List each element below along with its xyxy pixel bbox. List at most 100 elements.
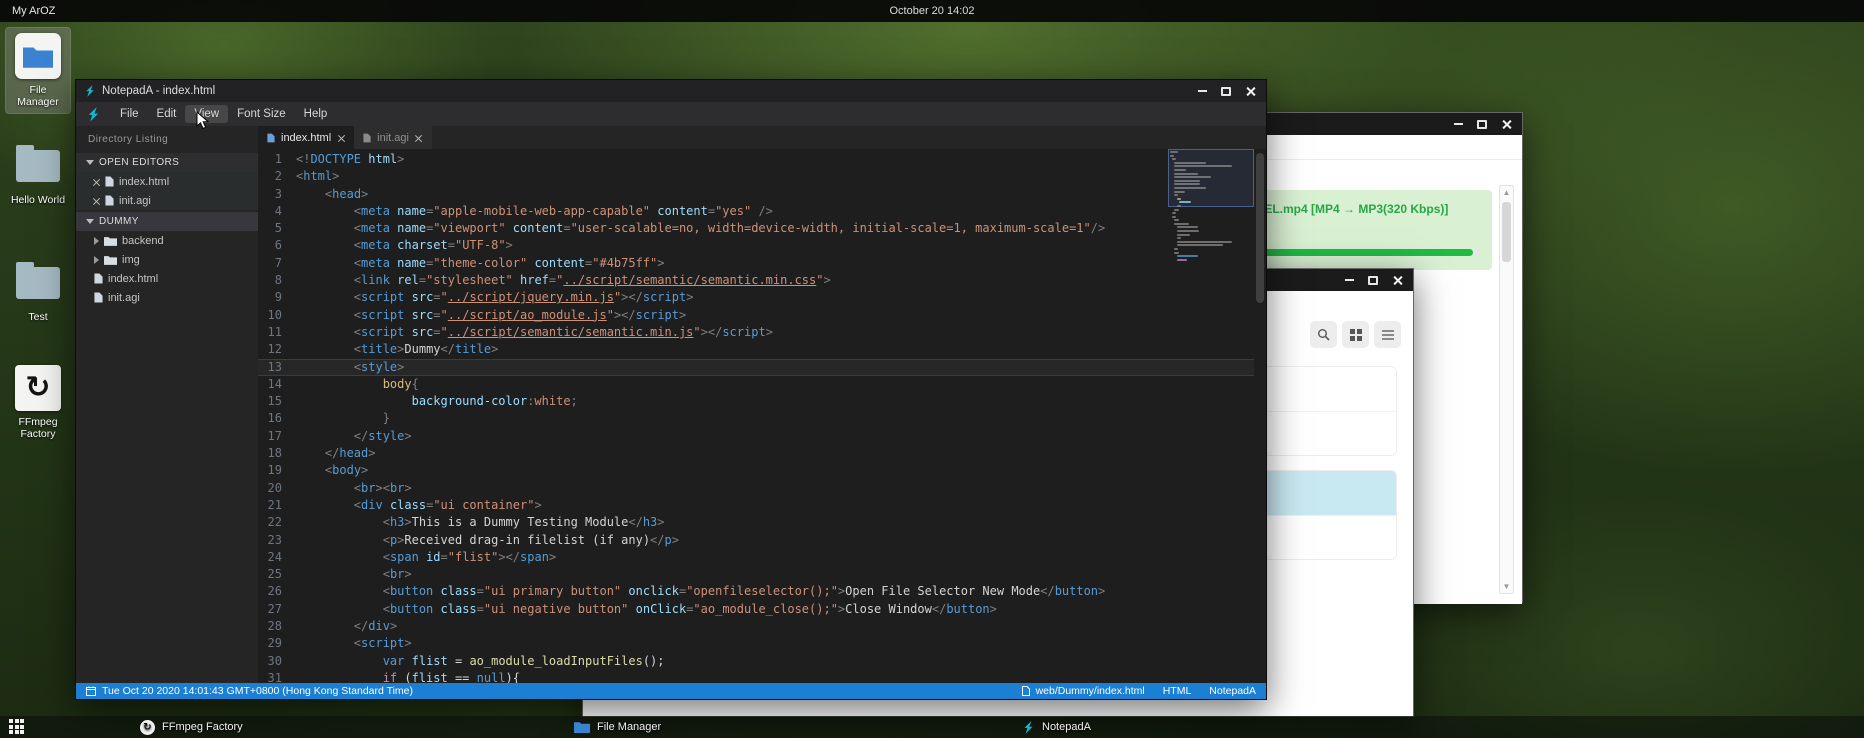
taskbar-item-notepada[interactable]: NotepadA — [1022, 716, 1091, 738]
code-line-27[interactable]: 27 <button class="ui negative button" on… — [258, 601, 1266, 618]
code-line-10[interactable]: 10 <script src="../script/ao_module.js">… — [258, 307, 1266, 324]
tab-index.html[interactable]: index.html — [258, 126, 354, 149]
scroll-thumb[interactable] — [1502, 202, 1511, 262]
code-line-24[interactable]: 24 <span id="flist"></span> — [258, 549, 1266, 566]
code-line-6[interactable]: 6 <meta charset="UTF-8"> — [258, 237, 1266, 254]
maximize-icon[interactable] — [1361, 271, 1385, 289]
tab-init.agi[interactable]: init.agi — [354, 126, 432, 149]
code-editor[interactable]: 1<!DOCTYPE html>2<html>3 <head>4 <meta n… — [258, 151, 1266, 683]
desktop-icon-hello-world[interactable]: Hello World — [6, 138, 70, 211]
notepada-window: NotepadA - index.html FileEditViewFont S… — [75, 79, 1267, 700]
minimize-icon[interactable] — [1446, 115, 1470, 133]
calendar-icon — [86, 686, 96, 696]
code-line-18[interactable]: 18 </head> — [258, 445, 1266, 462]
code-line-11[interactable]: 11 <script src="../script/semantic/seman… — [258, 324, 1266, 341]
notepada-titlebar[interactable]: NotepadA - index.html — [76, 80, 1266, 102]
code-line-26[interactable]: 26 <button class="ui primary button" onc… — [258, 583, 1266, 600]
code-line-20[interactable]: 20 <br><br> — [258, 480, 1266, 497]
menu-edit[interactable]: Edit — [148, 105, 186, 123]
conversion-task-panel: NNEL.mp4 [MP4 → MP3(320 Kbps)] — [1235, 190, 1492, 270]
taskbar-item-file-manager[interactable]: File Manager — [574, 716, 661, 738]
code-line-22[interactable]: 22 <h3>This is a Dummy Testing Module</h… — [258, 514, 1266, 531]
line-number: 8 — [258, 272, 296, 289]
scrollbar[interactable]: ▲ ▼ — [1499, 185, 1514, 594]
close-icon[interactable] — [337, 134, 345, 142]
scroll-up-icon[interactable]: ▲ — [1500, 188, 1513, 197]
minimize-icon[interactable] — [1190, 82, 1214, 100]
desktop-icon-test[interactable]: Test — [6, 255, 70, 328]
tree-item-init.agi[interactable]: init.agi — [76, 191, 258, 210]
code-line-13[interactable]: 13 <style> — [258, 359, 1266, 376]
grid-view-button[interactable] — [1342, 321, 1369, 348]
code-line-21[interactable]: 21 <div class="ui container"> — [258, 497, 1266, 514]
status-language[interactable]: HTML — [1163, 685, 1192, 697]
menu-font-size[interactable]: Font Size — [228, 105, 295, 123]
taskbar-item-ffmpeg-factory[interactable]: ↻FFmpeg Factory — [140, 716, 243, 738]
minimap[interactable] — [1170, 151, 1252, 275]
status-bar: Tue Oct 20 2020 14:01:43 GMT+0800 (Hong … — [76, 683, 1266, 699]
chevron-right-icon — [94, 237, 99, 245]
code-text: <meta name="viewport" content="user-scal… — [296, 220, 1105, 237]
code-line-7[interactable]: 7 <meta name="theme-color" content="#4b7… — [258, 255, 1266, 272]
desktop-icon-file-manager[interactable]: File Manager — [6, 28, 70, 113]
editor-area[interactable]: index.htmlinit.agi 1<!DOCTYPE html>2<htm… — [258, 126, 1266, 683]
menu-file[interactable]: File — [111, 105, 148, 123]
code-line-25[interactable]: 25 <br> — [258, 566, 1266, 583]
code-line-31[interactable]: 31 if (flist == null){ — [258, 670, 1266, 683]
code-text: <title>Dummy</title> — [296, 341, 498, 358]
code-line-28[interactable]: 28 </div> — [258, 618, 1266, 635]
tree-item-dummy[interactable]: DUMMY — [76, 212, 258, 231]
minimize-icon[interactable] — [1337, 271, 1361, 289]
mouse-cursor — [196, 111, 211, 136]
editor-scrollbar[interactable] — [1254, 151, 1266, 683]
code-text: <br> — [296, 566, 412, 583]
launcher-grid-icon[interactable] — [9, 719, 26, 735]
close-icon[interactable] — [415, 134, 423, 142]
list-view-button[interactable] — [1374, 321, 1401, 348]
search-button[interactable] — [1310, 321, 1337, 348]
code-line-16[interactable]: 16 } — [258, 410, 1266, 427]
menu-help[interactable]: Help — [295, 105, 337, 123]
code-line-9[interactable]: 9 <script src="../script/jquery.min.js">… — [258, 289, 1266, 306]
code-text: } — [296, 410, 390, 427]
code-text: <style> — [296, 359, 404, 376]
close-icon[interactable] — [92, 178, 100, 186]
code-line-8[interactable]: 8 <link rel="stylesheet" href="../script… — [258, 272, 1266, 289]
close-icon[interactable] — [92, 197, 100, 205]
maximize-icon[interactable] — [1470, 115, 1494, 133]
code-line-14[interactable]: 14 body{ — [258, 376, 1266, 393]
close-icon[interactable] — [1494, 115, 1518, 133]
code-line-5[interactable]: 5 <meta name="viewport" content="user-sc… — [258, 220, 1266, 237]
maximize-icon[interactable] — [1214, 82, 1238, 100]
minimap-line — [1177, 255, 1198, 257]
tree-item-open-editors[interactable]: OPEN EDITORS — [76, 153, 258, 172]
code-line-4[interactable]: 4 <meta name="apple-mobile-web-app-capab… — [258, 203, 1266, 220]
code-line-12[interactable]: 12 <title>Dummy</title> — [258, 341, 1266, 358]
code-line-15[interactable]: 15 background-color:white; — [258, 393, 1266, 410]
desktop-icon-ffmpeg-factory[interactable]: ↻FFmpeg Factory — [6, 360, 70, 445]
code-line-1[interactable]: 1<!DOCTYPE html> — [258, 151, 1266, 168]
code-line-29[interactable]: 29 <script> — [258, 635, 1266, 652]
file-icon — [1022, 686, 1030, 696]
conversion-task-label: NNEL.mp4 [MP4 → MP3(320 Kbps)] — [1247, 202, 1480, 216]
code-line-2[interactable]: 2<html> — [258, 168, 1266, 185]
minimap-line — [1174, 180, 1200, 182]
close-icon[interactable] — [1385, 271, 1409, 289]
code-line-23[interactable]: 23 <p>Received drag-in filelist (if any)… — [258, 532, 1266, 549]
status-filepath[interactable]: web/Dummy/index.html — [1036, 685, 1145, 697]
code-line-19[interactable]: 19 <body> — [258, 462, 1266, 479]
code-line-3[interactable]: 3 <head> — [258, 186, 1266, 203]
code-line-17[interactable]: 17 </style> — [258, 428, 1266, 445]
close-icon[interactable] — [1238, 82, 1262, 100]
line-number: 13 — [258, 359, 296, 376]
tree-item-init.agi[interactable]: init.agi — [76, 288, 258, 307]
scroll-down-icon[interactable]: ▼ — [1500, 582, 1513, 591]
code-text: <br><br> — [296, 480, 412, 497]
tree-item-index.html[interactable]: index.html — [76, 172, 258, 191]
tree-item-img[interactable]: img — [76, 250, 258, 269]
notepada-logo-icon — [84, 85, 96, 97]
code-line-30[interactable]: 30 var flist = ao_module_loadInputFiles(… — [258, 653, 1266, 670]
tree-item-backend[interactable]: backend — [76, 231, 258, 250]
desktop-icon-label: Hello World — [8, 194, 68, 206]
tree-item-index.html[interactable]: index.html — [76, 269, 258, 288]
